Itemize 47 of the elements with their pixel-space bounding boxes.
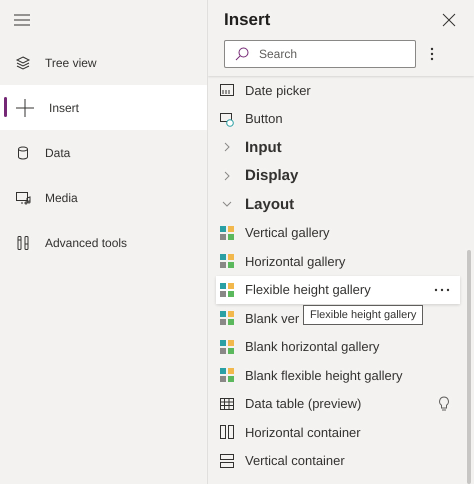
control-item[interactable]: Blank horizontal gallery bbox=[219, 334, 380, 359]
control-item[interactable]: Horizontal container bbox=[219, 420, 361, 444]
control-item[interactable]: Horizontal gallery bbox=[219, 249, 346, 274]
category-header[interactable]: Layout bbox=[216, 190, 460, 218]
calendar-icon bbox=[219, 82, 235, 98]
more-options-button[interactable] bbox=[428, 45, 436, 63]
menu-icon[interactable] bbox=[14, 14, 30, 26]
nav-item[interactable]: Data bbox=[0, 130, 207, 175]
rows-icon bbox=[219, 452, 235, 469]
gallery-icon bbox=[219, 282, 235, 298]
media-icon bbox=[15, 190, 31, 206]
gallery-icon bbox=[219, 310, 235, 326]
search-input[interactable]: Search bbox=[257, 46, 391, 62]
control-item[interactable]: Button bbox=[219, 106, 283, 131]
cylinder-icon bbox=[15, 144, 31, 160]
gallery-icon bbox=[219, 253, 235, 270]
gallery-icon bbox=[219, 224, 235, 241]
search-icon bbox=[235, 47, 249, 61]
panel-title: Insert bbox=[224, 10, 270, 30]
layers-icon bbox=[15, 54, 31, 70]
control-item[interactable]: Flexible height gallery bbox=[216, 276, 460, 304]
control-item[interactable]: Blank flexible height gallery bbox=[219, 363, 403, 388]
scrollbar[interactable] bbox=[467, 250, 471, 484]
plus-icon bbox=[15, 98, 35, 118]
nav-item[interactable]: Advanced tools bbox=[0, 220, 207, 265]
close-button[interactable] bbox=[440, 11, 458, 29]
table-icon bbox=[219, 396, 235, 412]
category-header[interactable]: Input bbox=[216, 133, 460, 162]
category-header[interactable]: Display bbox=[216, 162, 460, 190]
control-item[interactable]: Vertical gallery bbox=[219, 220, 330, 245]
nav-item[interactable]: Tree view bbox=[0, 40, 207, 85]
tools-icon bbox=[15, 234, 31, 250]
columns-icon bbox=[219, 424, 235, 440]
control-item[interactable]: Date picker bbox=[219, 78, 311, 102]
gallery-icon bbox=[219, 367, 235, 384]
selection-bar bbox=[4, 97, 7, 117]
control-item[interactable]: Data table (preview) bbox=[219, 392, 362, 416]
button-icon bbox=[219, 110, 235, 127]
nav-item[interactable]: Media bbox=[0, 175, 207, 220]
control-item[interactable]: Blank ver bbox=[219, 306, 300, 330]
nav-item[interactable]: Insert bbox=[0, 85, 207, 130]
search-field[interactable]: Search bbox=[224, 40, 416, 68]
gallery-icon bbox=[219, 338, 235, 355]
control-item[interactable]: Vertical container bbox=[219, 448, 345, 473]
more-icon bbox=[430, 47, 434, 61]
ellipsis-icon[interactable] bbox=[434, 288, 450, 292]
gallery-name-tooltip: Flexible height gallery bbox=[303, 305, 424, 325]
